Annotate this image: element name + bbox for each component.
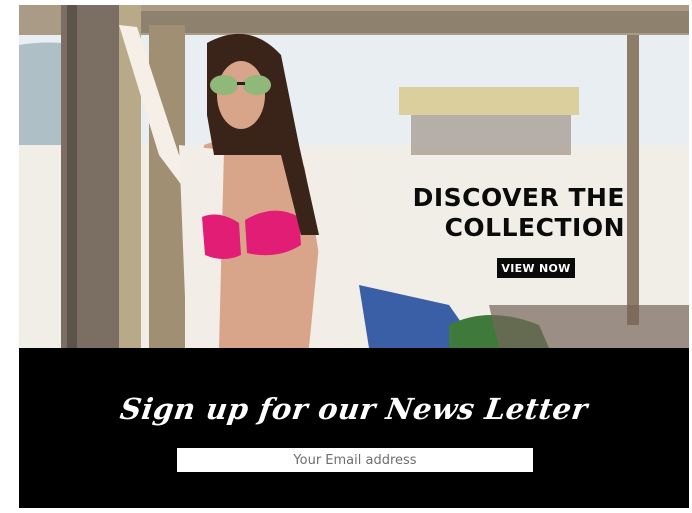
- hero-title: DISCOVER THE COLLECTION: [412, 183, 625, 242]
- view-now-button[interactable]: VIEW NOW: [497, 258, 575, 278]
- email-field[interactable]: [177, 448, 533, 472]
- hero-text-block: DISCOVER THE COLLECTION: [413, 183, 625, 243]
- page-container: DISCOVER THE COLLECTION VIEW NOW Sign up…: [19, 5, 689, 508]
- newsletter-heading: Sign up for our News Letter: [118, 392, 590, 426]
- hero-banner: DISCOVER THE COLLECTION VIEW NOW: [19, 5, 689, 348]
- newsletter-section: Sign up for our News Letter: [19, 348, 689, 508]
- hero-image: [19, 5, 689, 348]
